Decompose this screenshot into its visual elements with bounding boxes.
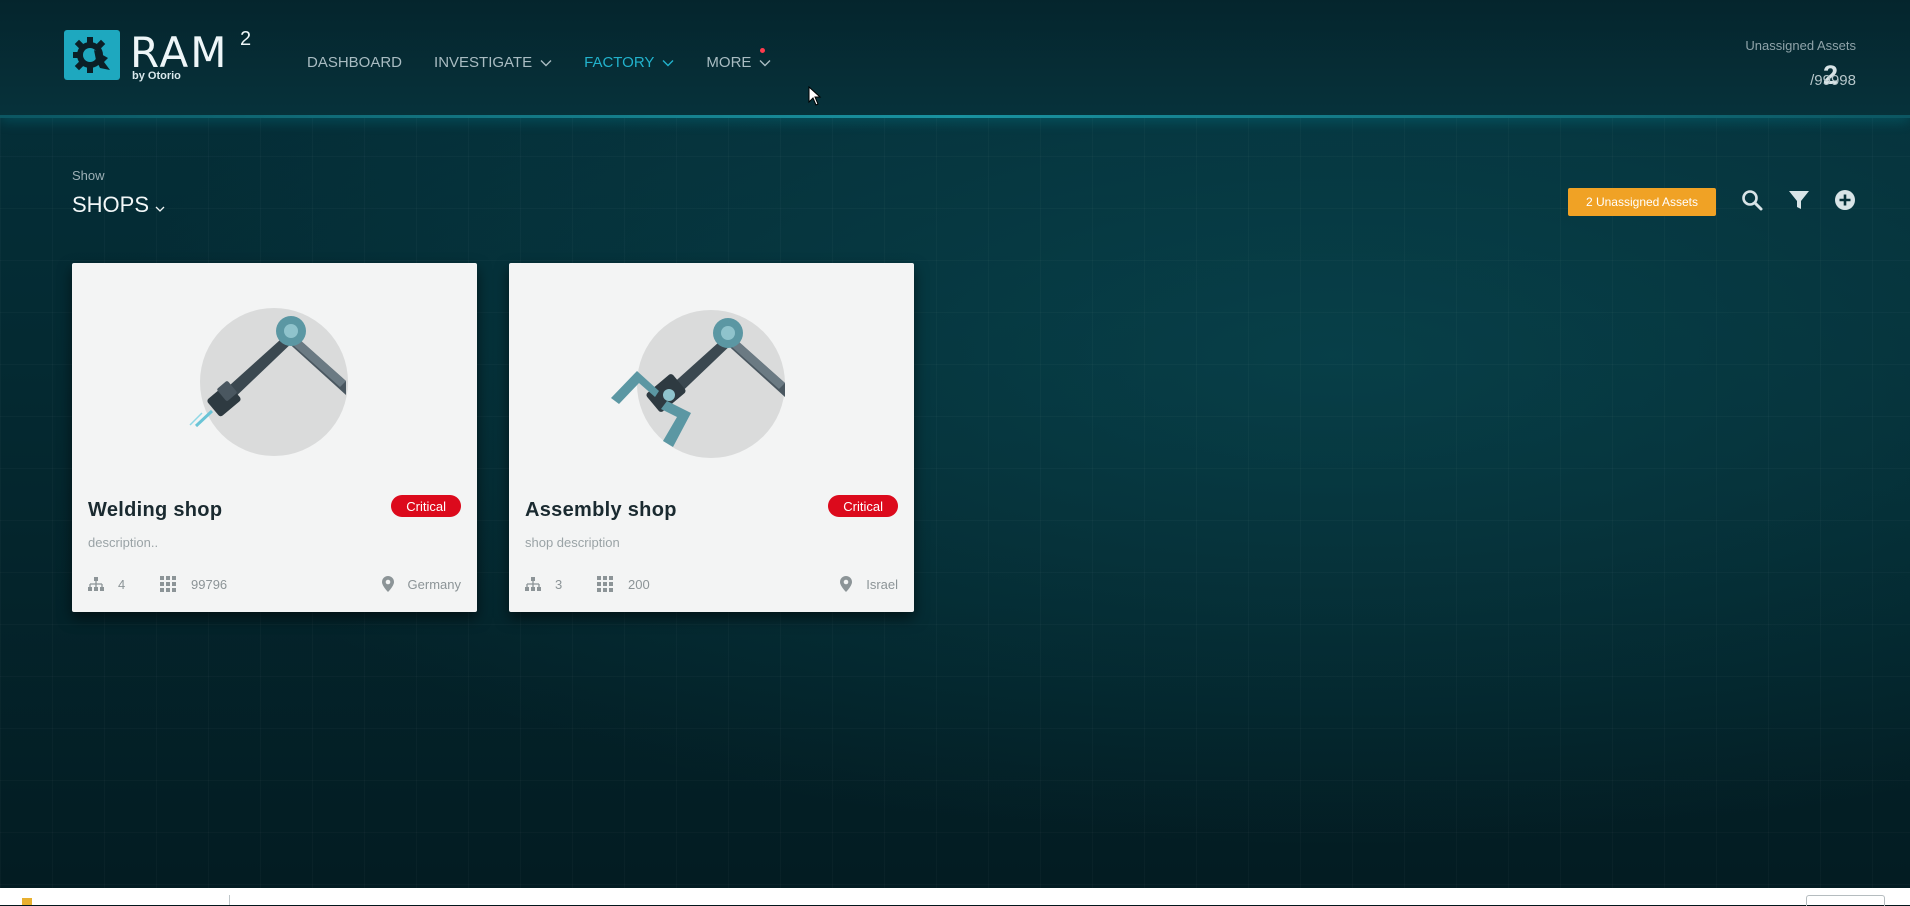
top-navigation-bar: RAM 2 by Otorio DASHBOARD INVESTIGATE FA…: [0, 0, 1910, 118]
nav-more-label: MORE: [706, 54, 752, 71]
mouse-cursor-icon: [808, 86, 822, 106]
assets-count: 200: [597, 576, 650, 592]
bottom-browser-strip: [0, 888, 1910, 906]
chevron-down-icon: [759, 59, 771, 66]
shop-meta: 3 200 Israel: [525, 576, 898, 596]
hierarchy-icon: [525, 577, 541, 591]
search-icon[interactable]: [1740, 188, 1764, 212]
logo-badge-icon: [64, 30, 120, 80]
lines-count: 4: [88, 576, 125, 592]
show-selector-value: SHOPS: [72, 192, 150, 217]
taskbar-tab[interactable]: [1806, 895, 1885, 906]
unassigned-assets-total: /99998: [1810, 72, 1856, 89]
assembly-robot-arm-icon: [611, 310, 785, 458]
show-selector[interactable]: SHOPS: [72, 192, 165, 218]
nav-investigate-label: INVESTIGATE: [434, 54, 533, 71]
app-root: RAM 2 by Otorio DASHBOARD INVESTIGATE FA…: [0, 0, 1910, 888]
unassigned-assets-label: Unassigned Assets: [1745, 38, 1856, 53]
nav-dashboard-label: DASHBOARD: [307, 54, 403, 71]
add-circle-icon[interactable]: [1833, 188, 1857, 212]
criticality-badge: Critical: [828, 495, 898, 517]
assets-count: 99796: [160, 576, 227, 592]
lines-count: 3: [525, 576, 562, 592]
unassigned-assets-button[interactable]: 2 Unassigned Assets: [1568, 188, 1716, 216]
nav-more[interactable]: MORE: [706, 48, 771, 71]
chevron-down-icon: [155, 206, 165, 212]
shop-meta: 4 99796 Germany: [88, 576, 461, 596]
ram-logo[interactable]: RAM 2 by Otorio: [64, 28, 264, 86]
criticality-badge: Critical: [391, 495, 461, 517]
shop-card[interactable]: Assembly shop Critical shop description …: [509, 263, 914, 612]
grid-icon: [160, 576, 176, 592]
assets-count-value: 200: [628, 576, 650, 592]
main-nav: DASHBOARD INVESTIGATE FACTORY MORE: [307, 48, 803, 71]
nav-factory[interactable]: FACTORY: [584, 54, 674, 71]
shop-description: description..: [88, 535, 159, 550]
lines-count-value: 4: [118, 576, 126, 592]
chevron-down-icon: [662, 59, 674, 66]
folder-icon: [22, 898, 32, 905]
shop-location: Israel: [840, 576, 898, 592]
logo-superscript: 2: [240, 28, 252, 50]
hierarchy-icon: [88, 577, 104, 591]
lines-count-value: 3: [555, 576, 563, 592]
show-label: Show: [72, 168, 105, 183]
grid-icon: [597, 576, 613, 592]
shop-location-value: Israel: [866, 576, 898, 592]
location-pin-icon: [381, 576, 394, 592]
location-pin-icon: [840, 576, 853, 592]
notification-dot: [760, 48, 766, 53]
shop-description: shop description: [525, 535, 620, 550]
shop-location: Germany: [381, 576, 461, 592]
shop-location-value: Germany: [407, 576, 461, 592]
nav-factory-label: FACTORY: [584, 54, 655, 71]
shop-title: Assembly shop: [525, 499, 677, 521]
logo-byline: by Otorio: [132, 70, 181, 82]
welding-robot-arm-icon: [189, 308, 348, 456]
filter-icon[interactable]: [1787, 188, 1811, 212]
nav-dashboard[interactable]: DASHBOARD: [307, 54, 402, 71]
shop-title: Welding shop: [88, 499, 223, 521]
assets-count-value: 99796: [191, 576, 228, 592]
chevron-down-icon: [540, 59, 552, 66]
divider: [229, 895, 230, 905]
shop-card[interactable]: Welding shop Critical description.. 4 99…: [72, 263, 477, 612]
nav-investigate[interactable]: INVESTIGATE: [434, 54, 552, 71]
